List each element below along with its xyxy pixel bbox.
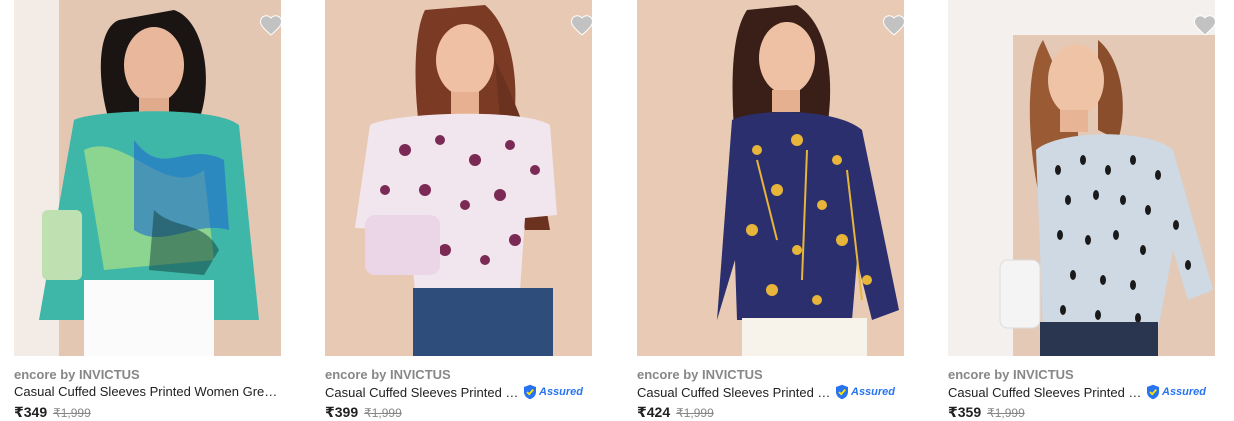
heart-icon (882, 15, 904, 36)
price-row: ₹399 ₹1,999 (325, 404, 402, 421)
product-brand: encore by INVICTUS (637, 367, 763, 382)
shield-check-icon (1147, 384, 1159, 400)
product-image[interactable] (948, 0, 1215, 356)
product-brand: encore by INVICTUS (14, 367, 140, 382)
product-price: ₹359 (948, 404, 982, 420)
product-price: ₹424 (637, 404, 671, 420)
price-row: ₹349 ₹1,999 (14, 404, 91, 421)
product-card[interactable]: encore by INVICTUS Casual Cuffed Sleeves… (637, 0, 904, 420)
assured-badge: Assured (835, 384, 895, 400)
product-card[interactable]: encore by INVICTUS Casual Cuffed Sleeves… (948, 0, 1215, 420)
assured-badge: Assured (1146, 384, 1206, 400)
product-card[interactable]: encore by INVICTUS Casual Cuffed Sleeves… (325, 0, 592, 420)
product-mrp: ₹1,999 (987, 406, 1025, 420)
product-mrp: ₹1,999 (364, 406, 402, 420)
price-row: ₹359 ₹1,999 (948, 404, 1025, 421)
product-image[interactable] (637, 0, 904, 356)
wishlist-button[interactable] (1191, 12, 1215, 38)
product-card[interactable]: encore by INVICTUS Casual Cuffed Sleeves… (14, 0, 281, 420)
product-mrp: ₹1,999 (676, 406, 714, 420)
product-price: ₹349 (14, 404, 48, 420)
assured-label: Assured (539, 386, 584, 398)
product-title[interactable]: Casual Cuffed Sleeves Printed Women Gree… (14, 384, 281, 399)
wishlist-button[interactable] (568, 12, 592, 38)
heart-icon (1193, 15, 1215, 36)
price-row: ₹424 ₹1,999 (637, 404, 714, 421)
product-image[interactable] (325, 0, 592, 356)
product-title[interactable]: Casual Cuffed Sleeves Printed W... (637, 385, 833, 400)
shield-check-icon (524, 384, 536, 400)
product-brand: encore by INVICTUS (325, 367, 451, 382)
product-mrp: ₹1,999 (53, 406, 91, 420)
product-price: ₹399 (325, 404, 359, 420)
assured-label: Assured (851, 386, 896, 398)
wishlist-button[interactable] (257, 12, 281, 38)
product-brand: encore by INVICTUS (948, 367, 1074, 382)
product-grid: encore by INVICTUS Casual Cuffed Sleeves… (0, 0, 1234, 420)
product-title[interactable]: Casual Cuffed Sleeves Printed W... (948, 385, 1144, 400)
product-title[interactable]: Casual Cuffed Sleeves Printed W... (325, 385, 521, 400)
assured-badge: Assured (523, 384, 583, 400)
wishlist-button[interactable] (880, 12, 904, 38)
heart-icon (259, 15, 281, 36)
assured-label: Assured (1162, 386, 1207, 398)
product-image[interactable] (14, 0, 281, 356)
heart-icon (570, 15, 592, 36)
shield-check-icon (836, 384, 848, 400)
